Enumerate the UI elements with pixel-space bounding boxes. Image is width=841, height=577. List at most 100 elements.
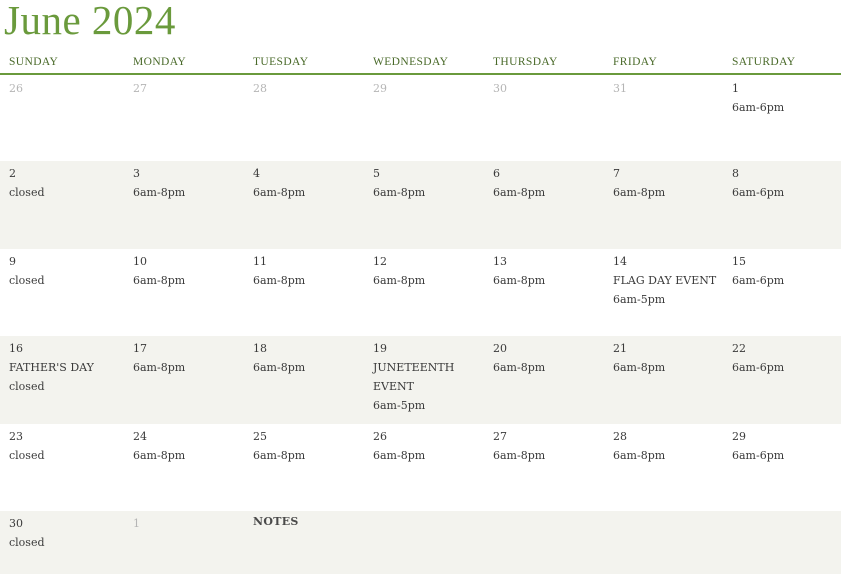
day-cell[interactable]: 22 6am-6pm (732, 339, 784, 427)
day-hours: closed (9, 380, 45, 393)
day-hours: 6am-8pm (493, 186, 546, 199)
day-number: 28 (253, 82, 267, 95)
day-number: 10 (133, 255, 147, 268)
day-number: 29 (732, 430, 746, 443)
day-hours: 6am-8pm (493, 361, 546, 374)
day-number: 27 (133, 82, 147, 95)
day-number: 19 (373, 342, 387, 355)
weekday-wednesday: WEDNESDAY (373, 56, 449, 68)
day-hours: closed (9, 274, 45, 287)
day-number: 30 (493, 82, 507, 95)
day-hours: 6am-8pm (253, 274, 306, 287)
day-number: 1 (133, 517, 140, 530)
day-cell[interactable]: 29 (373, 79, 387, 164)
day-number: 2 (9, 167, 16, 180)
day-number: 13 (493, 255, 507, 268)
day-hours: 6am-8pm (613, 449, 666, 462)
day-number: 23 (9, 430, 23, 443)
day-hours: 6am-8pm (133, 186, 186, 199)
day-cell[interactable]: 30 (493, 79, 507, 164)
day-cell[interactable]: 29 6am-6pm (732, 427, 784, 514)
day-cell[interactable]: 17 6am-8pm (133, 339, 185, 427)
day-number: 3 (133, 167, 140, 180)
day-cell[interactable]: 27 (133, 79, 147, 164)
day-number: 27 (493, 430, 507, 443)
day-cell[interactable]: 20 6am-8pm (493, 339, 545, 427)
week-row: 30 closed 1 NOTES (0, 511, 841, 574)
day-cell[interactable]: 9 closed (9, 252, 45, 339)
day-hours: 6am-6pm (732, 101, 785, 114)
day-hours: 6am-8pm (373, 274, 426, 287)
day-cell[interactable]: 12 6am-8pm (373, 252, 425, 339)
day-number: 21 (613, 342, 627, 355)
day-cell[interactable]: 21 6am-8pm (613, 339, 665, 427)
weekday-tuesday: TUESDAY (253, 56, 309, 68)
day-cell[interactable]: 1 6am-6pm (732, 79, 784, 164)
day-cell[interactable]: 11 6am-8pm (253, 252, 305, 339)
day-hours: 6am-8pm (493, 449, 546, 462)
day-cell[interactable]: 30 closed (9, 514, 45, 577)
weekday-sunday: SUNDAY (9, 56, 59, 68)
day-cell[interactable]: 16 FATHER'S DAY closed (9, 339, 94, 427)
notes-label: NOTES (253, 515, 299, 528)
day-cell[interactable]: 15 6am-6pm (732, 252, 784, 339)
day-cell[interactable]: 28 6am-8pm (613, 427, 665, 514)
day-hours: 6am-8pm (133, 274, 186, 287)
day-hours: closed (9, 449, 45, 462)
day-number: 12 (373, 255, 387, 268)
day-cell[interactable]: 7 6am-8pm (613, 164, 665, 252)
day-cell[interactable]: 31 (613, 79, 627, 164)
calendar-title: June 2024 (4, 0, 176, 43)
day-cell[interactable]: 1 (133, 514, 140, 577)
day-number: 6 (493, 167, 500, 180)
day-number: 26 (373, 430, 387, 443)
day-number: 30 (9, 517, 23, 530)
weekday-header: SUNDAY MONDAY TUESDAY WEDNESDAY THURSDAY… (0, 53, 841, 75)
day-cell[interactable]: 18 6am-8pm (253, 339, 305, 427)
day-cell[interactable]: 5 6am-8pm (373, 164, 425, 252)
day-hours: 6am-6pm (732, 186, 785, 199)
day-cell[interactable]: 8 6am-6pm (732, 164, 784, 252)
day-cell[interactable]: 25 6am-8pm (253, 427, 305, 514)
day-cell[interactable]: 6 6am-8pm (493, 164, 545, 252)
day-cell[interactable]: 2 closed (9, 164, 45, 252)
day-cell[interactable]: 19 JUNETEENTH EVENT 6am-5pm (373, 339, 463, 427)
day-cell[interactable]: 27 6am-8pm (493, 427, 545, 514)
day-number: 26 (9, 82, 23, 95)
day-hours: 6am-6pm (732, 361, 785, 374)
day-number: 22 (732, 342, 746, 355)
day-cell[interactable]: 14 FLAG DAY EVENT 6am-5pm (613, 252, 716, 339)
day-number: 5 (373, 167, 380, 180)
day-cell[interactable]: 26 (9, 79, 23, 164)
day-hours: 6am-5pm (373, 399, 426, 412)
day-hours: 6am-8pm (373, 449, 426, 462)
week-row: 23 closed 24 6am-8pm 25 6am-8pm 26 6am-8pm 27 6am… (0, 424, 841, 511)
day-cell[interactable]: 10 6am-8pm (133, 252, 185, 339)
weekday-saturday: SATURDAY (732, 56, 796, 68)
day-number: 28 (613, 430, 627, 443)
day-hours: closed (9, 186, 45, 199)
day-cell[interactable]: 3 6am-8pm (133, 164, 185, 252)
day-cell[interactable]: 13 6am-8pm (493, 252, 545, 339)
day-hours: 6am-8pm (493, 274, 546, 287)
day-number: 18 (253, 342, 267, 355)
day-hours: 6am-6pm (732, 449, 785, 462)
day-number: 29 (373, 82, 387, 95)
day-hours: 6am-5pm (613, 293, 666, 306)
day-hours: 6am-8pm (253, 186, 306, 199)
day-cell[interactable]: 24 6am-8pm (133, 427, 185, 514)
day-number: 4 (253, 167, 260, 180)
day-hours: 6am-8pm (613, 186, 666, 199)
day-hours: 6am-8pm (253, 449, 306, 462)
day-hours: 6am-8pm (373, 186, 426, 199)
day-cell[interactable]: 23 closed (9, 427, 45, 514)
day-number: 20 (493, 342, 507, 355)
day-event: FLAG DAY EVENT (613, 274, 717, 287)
day-cell[interactable]: 28 (253, 79, 267, 164)
day-event: FATHER'S DAY (9, 361, 94, 374)
day-cell[interactable]: 4 6am-8pm (253, 164, 305, 252)
day-hours: 6am-8pm (133, 449, 186, 462)
day-cell[interactable]: 26 6am-8pm (373, 427, 425, 514)
weekday-friday: FRIDAY (613, 56, 658, 68)
day-hours: 6am-8pm (613, 361, 666, 374)
